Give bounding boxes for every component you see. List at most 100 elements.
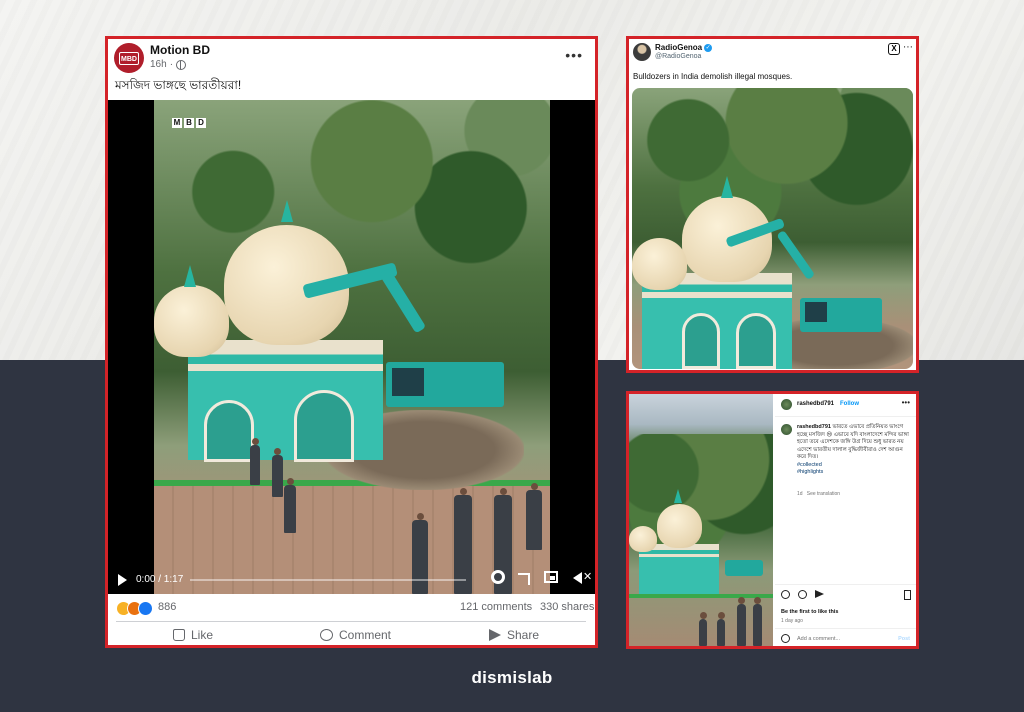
media-frame [629,394,773,646]
post-time[interactable]: 16h · [150,59,187,70]
share-button[interactable]: Share [489,628,539,642]
video-player[interactable]: M B D 0:00 / 1:17 ✕ [108,100,595,594]
comment-icon[interactable] [798,590,807,599]
follow-button[interactable]: Follow [840,401,859,407]
small-dome [154,285,229,357]
volume-mute-icon[interactable] [573,572,582,584]
post-time-text: 16h [150,59,167,70]
excavator-body [725,560,763,576]
person [753,597,762,646]
person [526,483,542,550]
comment-icon [320,629,333,641]
more-options-icon[interactable]: ••• [902,398,910,407]
trees-background [632,88,913,263]
user-handle[interactable]: @RadioGenoa [655,53,701,60]
like-button[interactable]: Like [173,628,213,642]
mute-x-icon: ✕ [583,571,593,583]
post-comment-button[interactable]: Post [898,636,910,642]
globe-icon [176,59,187,70]
comment-button[interactable]: Comment [320,628,391,642]
more-options-icon[interactable]: ⋯ [903,42,913,53]
hashtag[interactable]: #highlights [797,469,823,475]
tweet-image[interactable] [632,88,913,369]
like-reaction-icon [138,601,153,616]
action-icons [781,590,911,602]
small-dome [632,238,687,290]
video-controls: 0:00 / 1:17 ✕ [108,564,595,594]
post-details-panel: rashedbd791 Follow ••• rashedbd791 ভারতে… [775,394,916,646]
person [272,448,283,497]
video-watermark: M B D [172,118,206,128]
dome-spire [721,176,733,198]
caption-avatar[interactable] [781,424,792,435]
thumbs-up-icon [173,629,185,641]
send-icon[interactable] [815,590,824,598]
divider [116,621,586,622]
share-arrow-icon [489,629,501,641]
twitter-post-card: RadioGenoa ✓ @RadioGenoa X ⋯ Bulldozers … [626,36,919,373]
mosque-dome [657,504,702,548]
mosque-arch [682,313,720,369]
excavator-cab [392,368,424,396]
post-image[interactable] [629,394,773,646]
x-logo-icon[interactable]: X [888,43,900,55]
bookmark-icon[interactable] [904,590,911,600]
heart-icon[interactable] [781,590,790,599]
reaction-count[interactable]: 886 [158,601,176,613]
hashtag[interactable]: #collected [797,462,822,468]
post-actions: Like Comment Share [108,625,595,645]
see-translation-link[interactable]: See translation [807,491,840,497]
likes-text: Be the first to like this [781,609,839,615]
avatar-logo-text: MBD [119,51,139,65]
instagram-post-card: rashedbd791 Follow ••• rashedbd791 ভারতে… [626,391,919,649]
mosque-arch [294,390,354,462]
caption-time: 1d [797,491,803,497]
engagement-stats: 886 121 comments 330 shares [108,597,595,619]
divider [775,416,916,417]
person [717,612,725,646]
post-caption: মসজিদ ভাঙ্গছে ভারতীয়রা! [115,78,242,92]
emoji-icon[interactable] [781,634,790,643]
small-dome [629,526,657,552]
post-header: MBD Motion BD 16h · ••• [108,39,595,79]
post-caption: rashedbd791 ভারতে এভাবে প্রতিনিয়ত ভাংগে… [797,424,912,477]
person [737,597,746,646]
dome-spire [281,200,293,222]
user-avatar[interactable] [633,43,651,61]
caption-username[interactable]: rashedbd791 [797,424,831,430]
grass-strip [629,594,773,598]
excavator-cab [805,302,827,322]
media-frame [632,88,913,369]
fullscreen-icon[interactable] [518,573,530,585]
verified-badge-icon: ✓ [704,43,713,52]
dome-spire [674,489,682,503]
tweet-text: Bulldozers in India demolish illegal mos… [633,72,793,81]
divider [775,628,916,629]
comments-count[interactable]: 121 comments [460,601,532,613]
page-name[interactable]: Motion BD [150,43,210,57]
mosque-arch [736,313,776,369]
shares-count[interactable]: 330 shares [540,601,594,613]
video-time: 0:00 / 1:17 [136,574,184,585]
divider [775,584,916,585]
video-progress-bar[interactable] [190,579,466,581]
add-comment-input[interactable]: Add a comment... [797,636,840,642]
video-frame: M B D [154,100,550,594]
more-options-icon[interactable]: ••• [565,47,583,63]
display-name[interactable]: RadioGenoa ✓ [655,43,713,52]
brand-logo: dismislab [471,668,553,687]
person [699,612,707,646]
mosque-arch [204,400,254,462]
caption-meta: 1d See translation [797,491,840,497]
play-icon[interactable] [118,574,127,586]
small-dome-spire [184,265,196,287]
page-avatar[interactable]: MBD [114,43,144,73]
user-avatar[interactable] [781,399,792,410]
post-age: 1 day ago [781,618,803,624]
person [250,438,260,485]
username[interactable]: rashedbd791 [797,401,834,407]
reaction-icons[interactable] [116,601,153,616]
picture-in-picture-icon[interactable] [544,571,558,583]
settings-gear-icon[interactable] [491,570,505,584]
mosque-building [639,544,719,594]
